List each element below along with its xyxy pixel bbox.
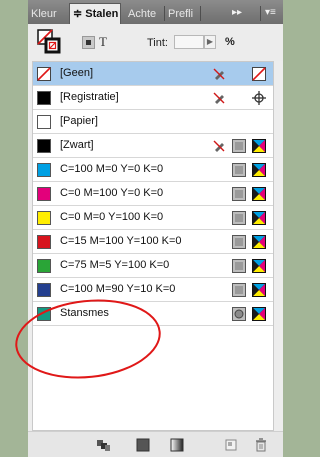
swatch-chip <box>37 211 51 225</box>
swatch-row[interactable]: [Registratie] <box>33 86 273 110</box>
tint-dropdown-arrow-icon[interactable]: ▶ <box>204 35 216 49</box>
not-editable-icon <box>213 92 225 104</box>
panel-tab-bar: Kleur ≑ Stalen Achte Prefli ▸▸ ▾≡ <box>28 0 283 24</box>
tint-label: Tint: <box>147 37 168 49</box>
none-color-mode-icon <box>252 67 266 81</box>
process-color-icon <box>232 139 246 153</box>
show-gradient-swatches-icon[interactable] <box>170 438 184 452</box>
tint-unit: % <box>225 36 235 48</box>
trash-icon[interactable] <box>254 438 268 452</box>
swatch-row[interactable]: [Papier] <box>33 110 273 134</box>
fill-stroke-icon[interactable] <box>37 29 61 55</box>
tab-separator <box>200 6 201 21</box>
cmyk-mode-icon <box>252 211 266 225</box>
formatting-container-button[interactable] <box>82 36 95 49</box>
show-all-swatches-icon[interactable] <box>96 438 110 452</box>
swatch-name: C=75 M=5 Y=100 K=0 <box>60 259 170 271</box>
tab-achtergrond[interactable]: Achte <box>128 4 163 24</box>
cmyk-mode-icon <box>252 235 266 249</box>
process-color-icon <box>232 283 246 297</box>
tab-separator <box>260 6 261 21</box>
swatch-chip <box>37 307 51 321</box>
swatch-chip <box>37 283 51 297</box>
swatch-row[interactable]: C=0 M=100 Y=0 K=0 <box>33 182 273 206</box>
swatch-toolbar: T Tint: ▶ % <box>28 24 283 61</box>
panel-bottom-bar <box>28 431 283 457</box>
swatch-chip <box>37 235 51 249</box>
tab-stalen[interactable]: ≑ Stalen <box>69 3 121 24</box>
swatches-panel: Kleur ≑ Stalen Achte Prefli ▸▸ ▾≡ T Tint… <box>28 0 283 457</box>
swatch-chip <box>37 187 51 201</box>
formatting-text-icon[interactable]: T <box>99 34 107 50</box>
tint-input[interactable] <box>174 35 204 49</box>
process-color-icon <box>232 163 246 177</box>
swatch-name: C=15 M=100 Y=100 K=0 <box>60 235 182 247</box>
swatch-row[interactable]: C=100 M=90 Y=10 K=0 <box>33 278 273 302</box>
swatch-chip <box>37 91 51 105</box>
swatch-list: [Geen] [Registratie] [Papier] [Zwart] C=… <box>32 61 274 431</box>
show-color-swatches-icon[interactable] <box>136 438 150 452</box>
swatch-row[interactable]: Stansmes <box>33 302 273 326</box>
swatch-row[interactable]: C=75 M=5 Y=100 K=0 <box>33 254 273 278</box>
spot-color-icon <box>232 307 246 321</box>
swatch-none-chip <box>37 67 51 81</box>
cmyk-mode-icon <box>252 283 266 297</box>
swatch-row[interactable]: C=0 M=0 Y=100 K=0 <box>33 206 273 230</box>
swatch-row[interactable]: [Geen] <box>33 62 273 86</box>
swatch-row[interactable]: C=100 M=0 Y=0 K=0 <box>33 158 273 182</box>
swatch-name: C=0 M=0 Y=100 K=0 <box>60 211 164 223</box>
swatch-name: C=0 M=100 Y=0 K=0 <box>60 187 164 199</box>
swatch-name: C=100 M=90 Y=10 K=0 <box>60 283 176 295</box>
swatch-row[interactable]: [Zwart] <box>33 134 273 158</box>
swatch-name: [Zwart] <box>60 139 94 151</box>
registration-icon <box>252 91 266 105</box>
swatch-chip <box>37 163 51 177</box>
swatch-chip <box>37 139 51 153</box>
swatch-name: Stansmes <box>60 307 109 319</box>
swatch-name: [Geen] <box>60 67 94 79</box>
tab-kleur[interactable]: Kleur <box>31 4 69 24</box>
process-color-icon <box>232 235 246 249</box>
swatch-name: [Papier] <box>60 115 98 127</box>
cmyk-mode-icon <box>252 163 266 177</box>
swatch-row[interactable]: C=15 M=100 Y=100 K=0 <box>33 230 273 254</box>
swatch-chip <box>37 259 51 273</box>
swatch-chip <box>37 115 51 129</box>
cmyk-mode-icon <box>252 139 266 153</box>
not-editable-icon <box>213 68 225 80</box>
cmyk-mode-icon <box>252 307 266 321</box>
tab-separator <box>164 6 165 21</box>
process-color-icon <box>232 187 246 201</box>
not-editable-icon <box>213 140 225 152</box>
panel-menu-icon[interactable]: ▾≡ <box>265 4 276 22</box>
swatch-name: C=100 M=0 Y=0 K=0 <box>60 163 164 175</box>
tab-preflight[interactable]: Prefli <box>168 4 198 24</box>
new-swatch-icon[interactable] <box>224 438 238 452</box>
swatch-name: [Registratie] <box>60 91 119 103</box>
process-color-icon <box>232 259 246 273</box>
expand-panel-icon[interactable]: ▸▸ <box>232 4 242 22</box>
cmyk-mode-icon <box>252 259 266 273</box>
process-color-icon <box>232 211 246 225</box>
cmyk-mode-icon <box>252 187 266 201</box>
